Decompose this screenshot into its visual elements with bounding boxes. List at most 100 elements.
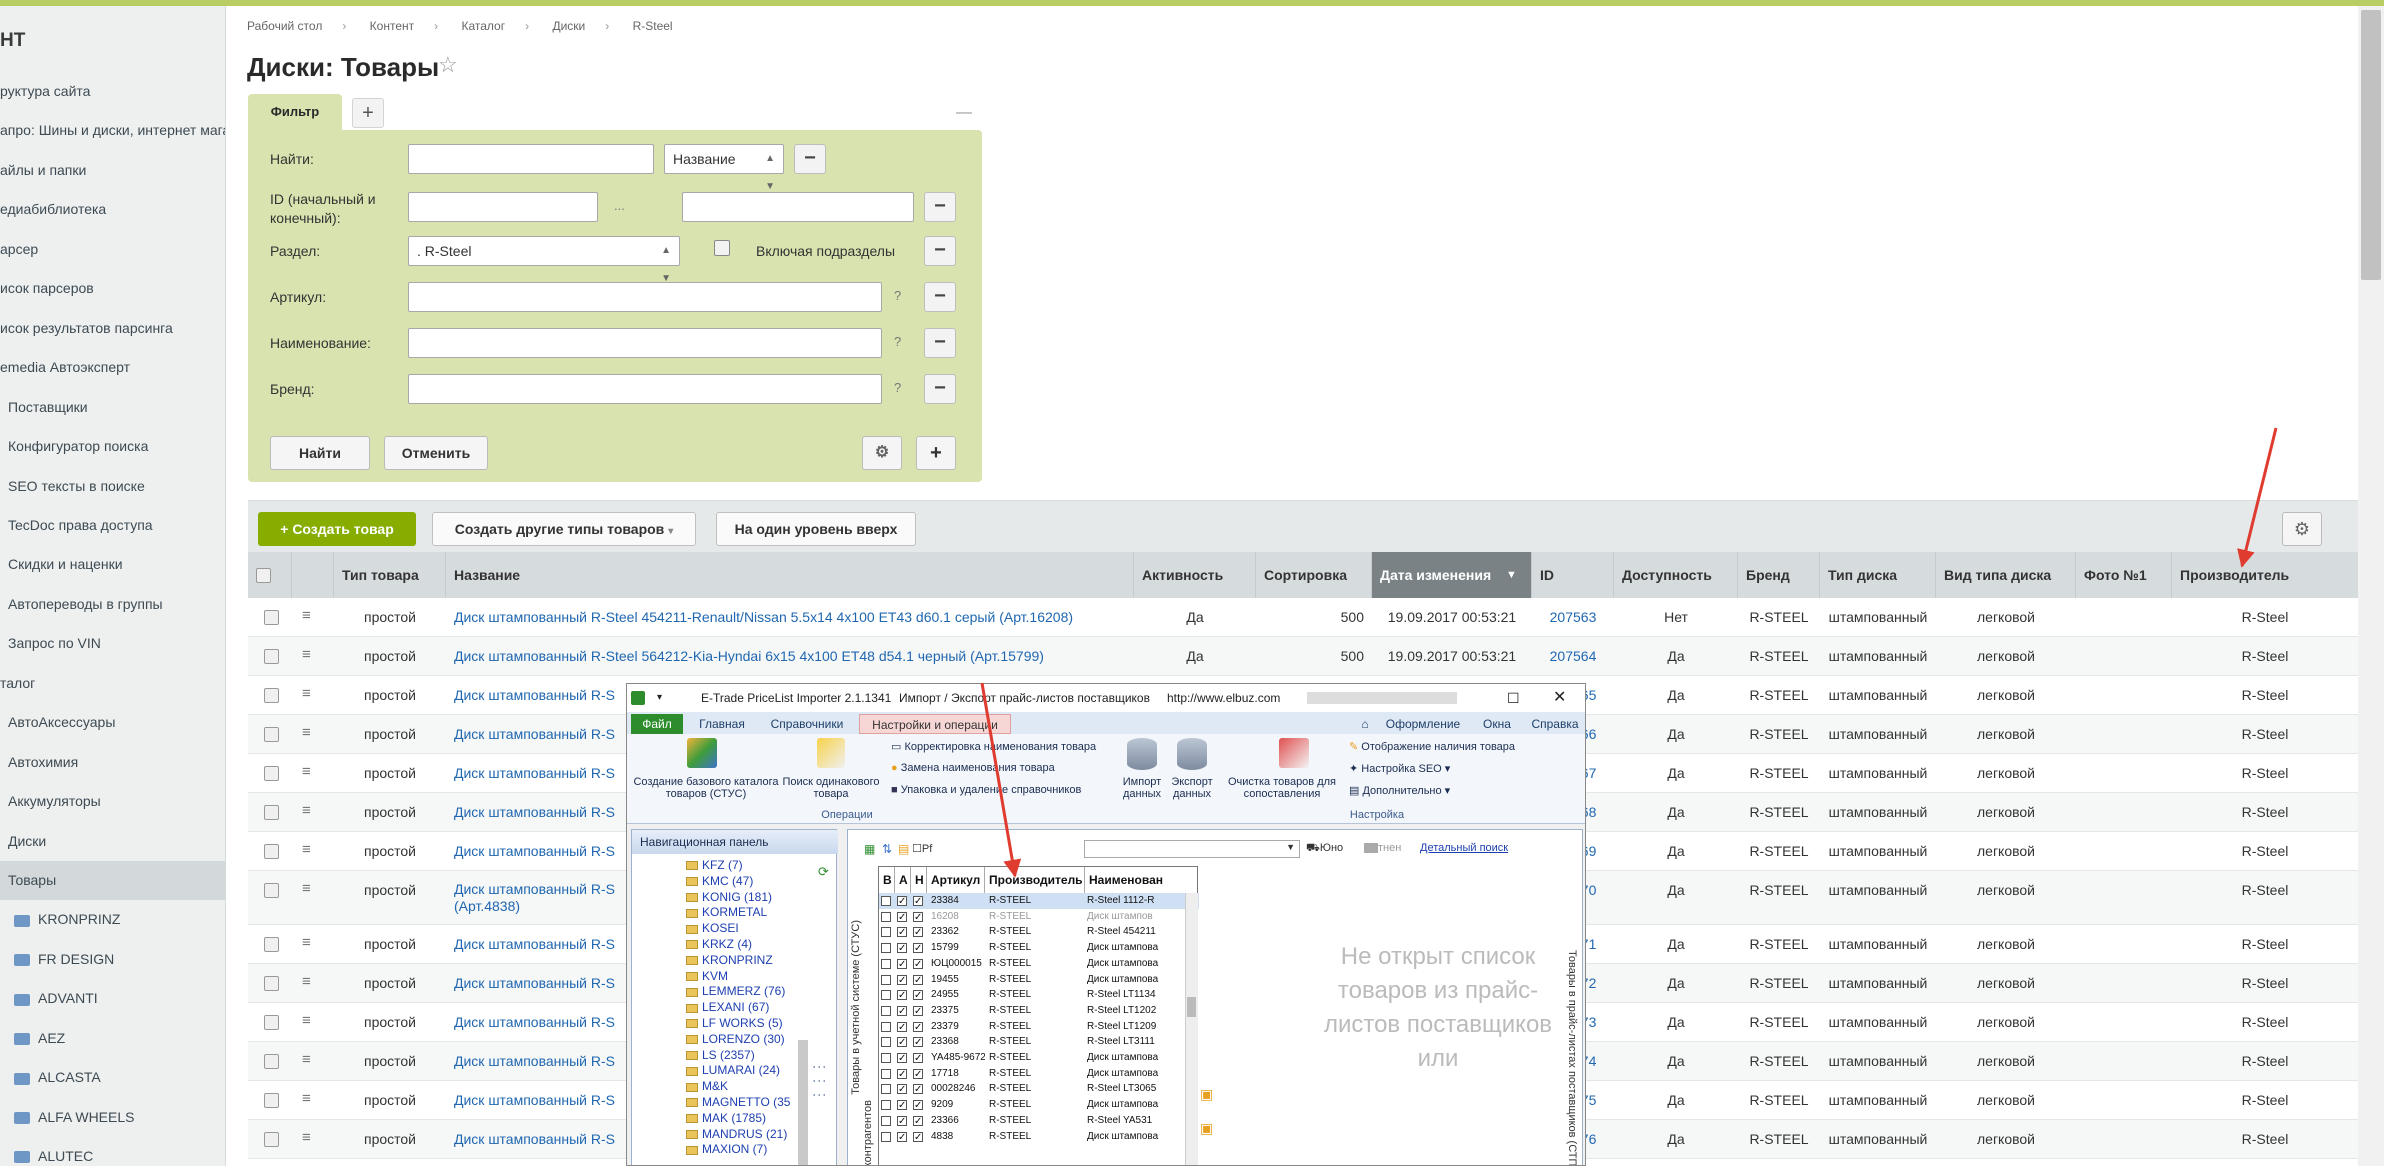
grid-row[interactable]: ✓ ✓ 23366 R-STEEL R-Steel YA531	[879, 1113, 1199, 1129]
grid-checkbox[interactable]	[881, 1021, 891, 1032]
table-row[interactable]: ≡ простой Диск штампованный R-Steel 454211…	[248, 598, 2358, 637]
remove-filter-button[interactable]: −	[924, 374, 956, 404]
row-menu-icon[interactable]: ≡	[302, 725, 316, 740]
title-input[interactable]	[408, 328, 882, 358]
search-option-1[interactable]: ⛟Юно	[1306, 842, 1343, 856]
sidebar-item[interactable]: SEO тексты в поиске	[0, 467, 225, 506]
grid-tool-icon[interactable]: ▦	[864, 842, 875, 856]
grid-row[interactable]: ✓ ✓ 23368 R-STEEL R-Steel LT3111	[879, 1034, 1199, 1050]
sidebar-item[interactable]: Диски	[0, 822, 225, 861]
grid-checkbox[interactable]	[881, 1100, 891, 1111]
ribbon-tab-main[interactable]: Главная	[689, 714, 755, 734]
row-checkbox[interactable]	[264, 976, 279, 991]
filter-settings-gear-icon[interactable]: ⚙	[862, 436, 902, 470]
grid-row[interactable]: ✓ ✓ 23362 R-STEEL R-Steel 454211	[879, 924, 1199, 940]
id-from-input[interactable]	[408, 192, 598, 222]
row-menu-icon[interactable]: ≡	[302, 764, 316, 779]
grid-checkbox[interactable]: ✓	[897, 943, 907, 954]
sidebar-item[interactable]: Аккумуляторы	[0, 782, 225, 821]
ribbon-tab-settings[interactable]: Настройки и операции	[859, 714, 1011, 734]
quick-access-arrow-icon[interactable]: ▾	[657, 684, 662, 712]
grid-row[interactable]: ✓ ✓ 23375 R-STEEL R-Steel LT1202	[879, 1003, 1199, 1019]
grid-row[interactable]: ✓ ✓ 4838 R-STEEL Диск штампова	[879, 1129, 1199, 1145]
column-header[interactable]: Производитель	[2172, 552, 2358, 598]
grid-column-header[interactable]: Артикул	[927, 867, 985, 893]
remove-filter-button[interactable]: −	[924, 282, 956, 312]
column-header[interactable]: Тип товара	[334, 552, 446, 598]
tree-item[interactable]: KVM	[686, 969, 728, 984]
grid-checkbox[interactable]	[881, 958, 891, 969]
tree-item[interactable]: KRKZ (4)	[686, 937, 752, 952]
find-input[interactable]	[408, 144, 654, 174]
grid-row[interactable]: ✓ ✓ ЮЦ000015 R-STEEL Диск штампова	[879, 956, 1199, 972]
grid-checkbox[interactable]	[881, 1115, 891, 1126]
table-row[interactable]: ≡ простой Диск штампованный R-Steel 564212…	[248, 637, 2358, 676]
grid-column-header[interactable]: Производитель	[985, 867, 1085, 893]
grid-checkbox[interactable]: ✓	[897, 1068, 907, 1080]
tree-item[interactable]: KMC (47)	[686, 874, 753, 889]
grid-checkbox[interactable]: ✓	[913, 943, 923, 954]
grid-column-header[interactable]: Наименован	[1085, 867, 1185, 893]
sidebar-item[interactable]: АвтоАксессуары	[0, 703, 225, 742]
grid-checkbox[interactable]: ✓	[913, 958, 923, 970]
remove-filter-button[interactable]: −	[924, 192, 956, 222]
breadcrumb-item[interactable]: Диски	[552, 19, 585, 33]
grid-column-header[interactable]: Н	[911, 867, 927, 893]
sidebar-item[interactable]: KRONPRINZ	[0, 900, 225, 939]
grid-row[interactable]: ✓ ✓ 19455 R-STEEL Диск штампова	[879, 972, 1199, 988]
tree-item[interactable]: LS (2357)	[686, 1048, 755, 1063]
grid-checkbox[interactable]: ✓	[897, 1131, 907, 1143]
grid-scrollbar[interactable]	[1185, 893, 1198, 1165]
grid-checkbox[interactable]	[881, 1084, 891, 1095]
grid-column-header[interactable]: А	[895, 867, 911, 893]
grid-checkbox[interactable]: ✓	[913, 1084, 923, 1095]
help-icon[interactable]: ?	[894, 380, 901, 395]
sidebar-item[interactable]: Конфигуратор поиска	[0, 427, 225, 466]
column-header[interactable]: Тип диска	[1820, 552, 1936, 598]
grid-checkbox[interactable]: ✓	[897, 990, 907, 1001]
sidebar-item[interactable]: Поставщики	[0, 388, 225, 427]
help-icon[interactable]: ?	[894, 288, 901, 303]
find-button[interactable]: Найти	[270, 436, 370, 470]
row-menu-icon[interactable]: ≡	[302, 1013, 316, 1028]
grid-checkbox[interactable]: ✓	[913, 974, 923, 986]
maximize-icon[interactable]: ☐	[1507, 684, 1520, 712]
tree-item[interactable]: M&K	[686, 1079, 728, 1094]
row-checkbox[interactable]	[264, 1132, 279, 1147]
sidebar-item[interactable]: арсер	[0, 230, 225, 269]
sidebar-item[interactable]: исок парсеров	[0, 269, 225, 308]
row-checkbox[interactable]	[264, 937, 279, 952]
import-data-button[interactable]: Импорт данных	[1117, 776, 1167, 800]
sidebar-item[interactable]: айлы и папки	[0, 151, 225, 190]
search-combo[interactable]: ▼	[1084, 840, 1300, 858]
create-catalog-button[interactable]: Создание базового каталога товаров (СТУС…	[631, 776, 781, 800]
tree-item[interactable]: MAXION (7)	[686, 1142, 767, 1157]
page-scrollbar-thumb[interactable]	[2361, 10, 2381, 280]
sidebar-item[interactable]: AEZ	[0, 1019, 225, 1058]
grid-checkbox[interactable]: ✓	[913, 1037, 923, 1048]
folder-open-icon[interactable]: ▣	[1200, 1086, 1213, 1103]
tree-item[interactable]: MAK (1785)	[686, 1111, 766, 1126]
row-checkbox[interactable]	[264, 766, 279, 781]
row-menu-icon[interactable]: ≡	[302, 686, 316, 701]
replace-names-button[interactable]: ● Замена наименования товара	[891, 762, 1055, 774]
grid-checkbox[interactable]: ✓	[897, 1021, 907, 1033]
correct-names-button[interactable]: ▭ Корректировка наименования товара	[891, 740, 1096, 753]
row-menu-icon[interactable]: ≡	[302, 1130, 316, 1145]
column-header[interactable]: Доступность	[1614, 552, 1738, 598]
menu-appearance[interactable]: Оформление	[1375, 714, 1471, 734]
grid-checkbox[interactable]: ✓	[897, 927, 907, 938]
sidebar-item[interactable]: исок результатов парсинга	[0, 309, 225, 348]
menu-windows[interactable]: Окна	[1467, 714, 1527, 734]
tree-item[interactable]: KRONPRINZ	[686, 953, 773, 968]
grid-checkbox[interactable]: ✓	[913, 911, 923, 923]
grid-checkbox[interactable]: ✓	[897, 911, 907, 923]
row-menu-icon[interactable]: ≡	[302, 842, 316, 857]
row-checkbox[interactable]	[264, 610, 279, 625]
column-header[interactable]: Название	[446, 552, 1134, 598]
tree-item[interactable]: MANDRUS (21)	[686, 1127, 787, 1142]
grid-row[interactable]: ✓ ✓ 15799 R-STEEL Диск штампова	[879, 940, 1199, 956]
search-option-2[interactable]: тнен	[1364, 842, 1401, 854]
seo-settings-button[interactable]: ✦ Настройка SEO ▾	[1349, 762, 1450, 775]
extra-button[interactable]: ▤ Дополнительно ▾	[1349, 784, 1450, 797]
